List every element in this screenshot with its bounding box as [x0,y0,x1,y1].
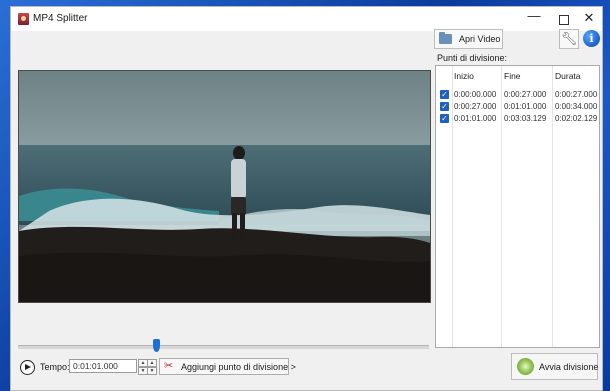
app-window: MP4 Splitter — ✕ Tempo: 0:01:01.000 ▲ ▼ … [10,6,603,391]
row-end: 0:01:01.000 [504,102,547,111]
row-checkbox[interactable]: ✓ [440,114,449,123]
maximize-icon [559,15,569,25]
row-checkbox[interactable]: ✓ [440,90,449,99]
spin-down-button-2[interactable]: ▼ [147,367,157,375]
close-button[interactable]: ✕ [574,7,604,31]
gear-icon [517,358,534,375]
row-end: 0:00:27.000 [504,90,547,99]
window-title: MP4 Splitter [33,13,88,24]
time-input[interactable] [69,359,137,373]
row-duration: 0:00:34.000 [555,102,598,111]
video-preview [18,70,431,303]
start-split-button[interactable]: Avvia divisione [511,353,598,380]
column-header-start[interactable]: Inizio [454,71,474,81]
tempo-label: Tempo: [40,362,70,372]
add-split-point-label: Aggiungi punto di divisione > [181,362,296,372]
timeline-track[interactable] [18,345,429,349]
add-split-point-button[interactable]: ✂ Aggiungi punto di divisione > [159,358,296,375]
row-start: 0:00:00.000 [454,90,497,99]
row-checkbox[interactable]: ✓ [440,102,449,111]
play-button[interactable] [20,360,35,375]
row-start: 0:01:01.000 [454,114,497,123]
folder-icon [439,32,452,44]
table-row[interactable]: ✓ 0:00:00.000 0:00:27.000 0:00:27.000 [436,89,599,101]
table-row[interactable]: ✓ 0:00:27.000 0:01:01.000 0:00:34.000 [436,101,599,113]
column-header-end[interactable]: Fine [504,71,521,81]
time-spinner[interactable]: ▲ ▼ [138,359,148,375]
row-start: 0:00:27.000 [454,102,497,111]
row-end: 0:03:03.129 [504,114,547,123]
app-icon [18,13,29,25]
settings-button[interactable]: 🔧︎ [559,29,579,49]
info-icon: i [589,32,594,45]
title-bar: MP4 Splitter — ✕ [11,7,602,31]
split-points-list[interactable]: Inizio Fine Durata ✓ 0:00:00.000 0:00:27… [435,65,600,348]
spin-up-button-2[interactable]: ▲ [147,359,157,367]
row-duration: 0:02:02.129 [555,114,598,123]
minimize-button[interactable]: — [519,7,549,31]
time-spinner-secondary[interactable]: ▲ ▼ [147,359,157,375]
video-frame-image [19,71,430,302]
info-button[interactable]: i [583,30,600,47]
start-split-label: Avvia divisione [539,362,599,372]
row-duration: 0:00:27.000 [555,90,598,99]
timeline-thumb[interactable] [152,339,160,352]
open-video-button[interactable]: Apri Video [434,29,503,49]
wrench-icon: 🔧︎ [560,31,578,46]
column-header-duration[interactable]: Durata [555,71,581,81]
open-video-label: Apri Video [459,34,501,44]
split-points-label: Punti di divisione: [437,53,508,63]
scissors-icon: ✂ [164,360,174,372]
table-row[interactable]: ✓ 0:01:01.000 0:03:03.129 0:02:02.129 [436,113,599,125]
